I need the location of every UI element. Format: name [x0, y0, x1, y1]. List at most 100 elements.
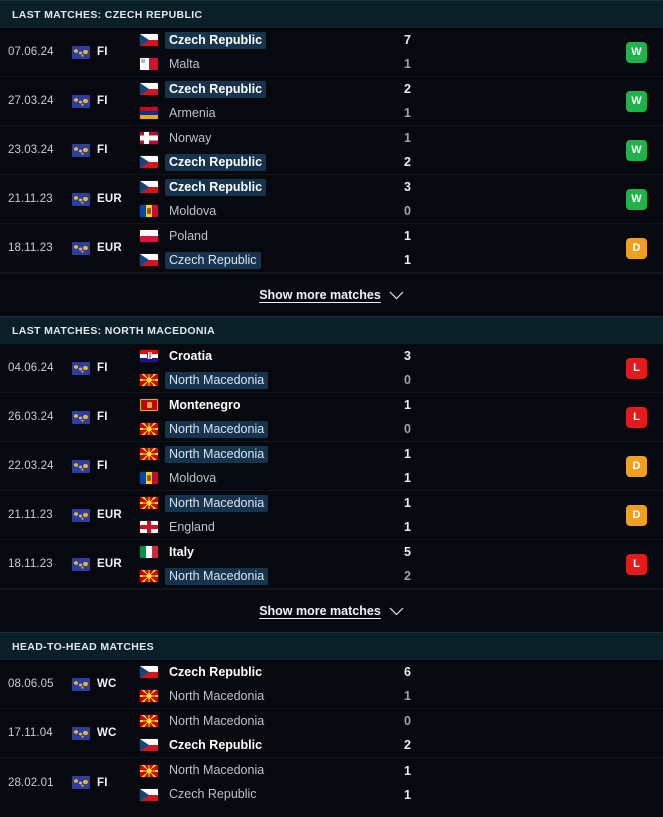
competition-cell[interactable]: FI — [72, 776, 140, 789]
status-badge: D — [626, 455, 647, 477]
globe-icon — [72, 192, 90, 206]
team-line: Czech Republic — [140, 175, 400, 199]
team-name: Malta — [169, 56, 200, 71]
flag-icon-mk — [140, 690, 158, 702]
scores-cell: 52 — [400, 540, 610, 588]
score-line: 1 — [400, 515, 610, 539]
show-more-matches-button[interactable]: Show more matches — [0, 273, 663, 316]
status-badge: D — [626, 504, 647, 526]
section-title: LAST MATCHES: CZECH REPUBLIC — [12, 8, 203, 21]
score-line: 1 — [400, 224, 610, 248]
table-row[interactable]: 07.06.24 FI Czech Republic Malta 7 1 W — [0, 28, 663, 77]
competition-cell[interactable]: EUR — [72, 192, 140, 206]
competition-cell[interactable]: FI — [72, 361, 140, 375]
flag-icon-mk — [140, 374, 158, 386]
team-name: Czech Republic — [165, 80, 267, 98]
teams-cell: North Macedonia England — [140, 491, 400, 539]
competition-label: FI — [97, 95, 108, 107]
status-badge: L — [626, 553, 647, 575]
table-row[interactable]: 22.03.24 FI North Macedonia Moldova 1 1 D — [0, 442, 663, 491]
team-name: North Macedonia — [165, 494, 269, 512]
competition-label: FI — [97, 144, 108, 156]
scores-cell: 61 — [400, 660, 610, 708]
team-line: Montenegro — [140, 393, 400, 417]
competition-cell[interactable]: EUR — [72, 508, 140, 522]
table-row[interactable]: 23.03.24 FI Norway Czech Republic 1 2 W — [0, 126, 663, 175]
competition-label: FI — [97, 411, 108, 423]
score-line: 1 — [400, 759, 610, 783]
team-name: North Macedonia — [169, 688, 265, 703]
result-cell: W — [610, 41, 663, 63]
competition-cell[interactable]: EUR — [72, 557, 140, 571]
teams-cell: Czech Republic Moldova — [140, 175, 400, 223]
team-line: Italy — [140, 540, 400, 564]
competition-cell[interactable]: EUR — [72, 241, 140, 255]
status-badge: W — [626, 41, 647, 63]
team-name: North Macedonia — [165, 371, 269, 389]
table-row[interactable]: 21.11.23 EUR Czech Republic Moldova 3 0 W — [0, 175, 663, 224]
table-row[interactable]: 18.11.23 EUR Poland Czech Republic 1 1 D — [0, 224, 663, 273]
table-row[interactable]: 26.03.24 FI Montenegro North Macedonia 1 0 L — [0, 393, 663, 442]
last-matches-panel: LAST MATCHES: CZECH REPUBLIC 07.06.24 FI Cz… — [0, 0, 663, 817]
team-line: Poland — [140, 224, 400, 248]
match-date: 28.02.01 — [8, 776, 54, 789]
table-row[interactable]: 04.06.24 FI Croatia North Macedonia 3 0 L — [0, 344, 663, 393]
competition-label: FI — [97, 460, 108, 472]
section-title: LAST MATCHES: NORTH MACEDONIA — [12, 324, 216, 337]
table-row[interactable]: 21.11.23 EUR North Macedonia England 1 1 D — [0, 491, 663, 540]
scores-cell: 30 — [400, 175, 610, 223]
teams-cell: Norway Czech Republic — [140, 126, 400, 174]
teams-cell: Montenegro North Macedonia — [140, 393, 400, 441]
flag-icon-cz — [140, 156, 158, 168]
flag-icon-md — [140, 472, 158, 484]
team-name: Armenia — [169, 105, 216, 120]
team-name: Moldova — [169, 470, 217, 485]
competition-cell[interactable]: FI — [72, 459, 140, 473]
score-value: 1 — [404, 398, 411, 412]
table-row[interactable]: 28.02.01 FI North Macedonia Czech Republic 1… — [0, 758, 663, 807]
team-line: Armenia — [140, 101, 400, 125]
flag-icon-cz — [140, 83, 158, 95]
team-name: North Macedonia — [169, 713, 265, 728]
table-row[interactable]: 27.03.24 FI Czech Republic Armenia 2 1 W — [0, 77, 663, 126]
flag-icon-me — [140, 399, 158, 411]
team-name: Czech Republic — [165, 153, 267, 171]
section-header: LAST MATCHES: NORTH MACEDONIA — [0, 316, 663, 344]
score-line: 3 — [400, 344, 610, 368]
score-line: 6 — [400, 660, 610, 684]
flag-icon-no — [140, 132, 158, 144]
score-line: 0 — [400, 709, 610, 733]
team-line: Czech Republic — [140, 783, 400, 807]
competition-cell[interactable]: FI — [72, 410, 140, 424]
competition-cell[interactable]: FI — [72, 143, 140, 157]
teams-cell: Croatia North Macedonia — [140, 344, 400, 392]
team-line: North Macedonia — [140, 442, 400, 466]
score-line: 1 — [400, 684, 610, 708]
team-line: North Macedonia — [140, 564, 400, 588]
score-value: 1 — [404, 520, 411, 534]
score-line: 7 — [400, 28, 610, 52]
flag-icon-mk — [140, 715, 158, 727]
globe-icon — [72, 410, 90, 424]
match-date: 17.11.04 — [8, 727, 53, 739]
competition-cell[interactable]: FI — [72, 94, 140, 108]
flag-icon-cz — [140, 739, 158, 751]
scores-cell: 10 — [400, 393, 610, 441]
competition-label: WC — [97, 678, 117, 690]
section-head-to-head-matches: HEAD-TO-HEAD MATCHES 08.06.05 WC Czech Repu… — [0, 632, 663, 807]
table-row[interactable]: 08.06.05 WC Czech Republic North Macedonia 6… — [0, 660, 663, 709]
table-row[interactable]: 18.11.23 EUR Italy North Macedonia 5 2 L — [0, 540, 663, 589]
team-name: Czech Republic — [165, 251, 261, 269]
competition-cell[interactable]: WC — [72, 677, 140, 691]
competition-cell[interactable]: WC — [72, 726, 140, 740]
flag-icon-pl — [140, 230, 158, 242]
score-value: 0 — [404, 204, 411, 218]
table-row[interactable]: 17.11.04 WC North Macedonia Czech Republic 0… — [0, 709, 663, 758]
score-line: 1 — [400, 393, 610, 417]
competition-cell[interactable]: FI — [72, 45, 140, 59]
team-line: Czech Republic — [140, 77, 400, 101]
score-value: 1 — [404, 106, 411, 120]
score-line: 3 — [400, 175, 610, 199]
show-more-matches-button[interactable]: Show more matches — [0, 589, 663, 632]
status-badge: D — [626, 237, 647, 259]
